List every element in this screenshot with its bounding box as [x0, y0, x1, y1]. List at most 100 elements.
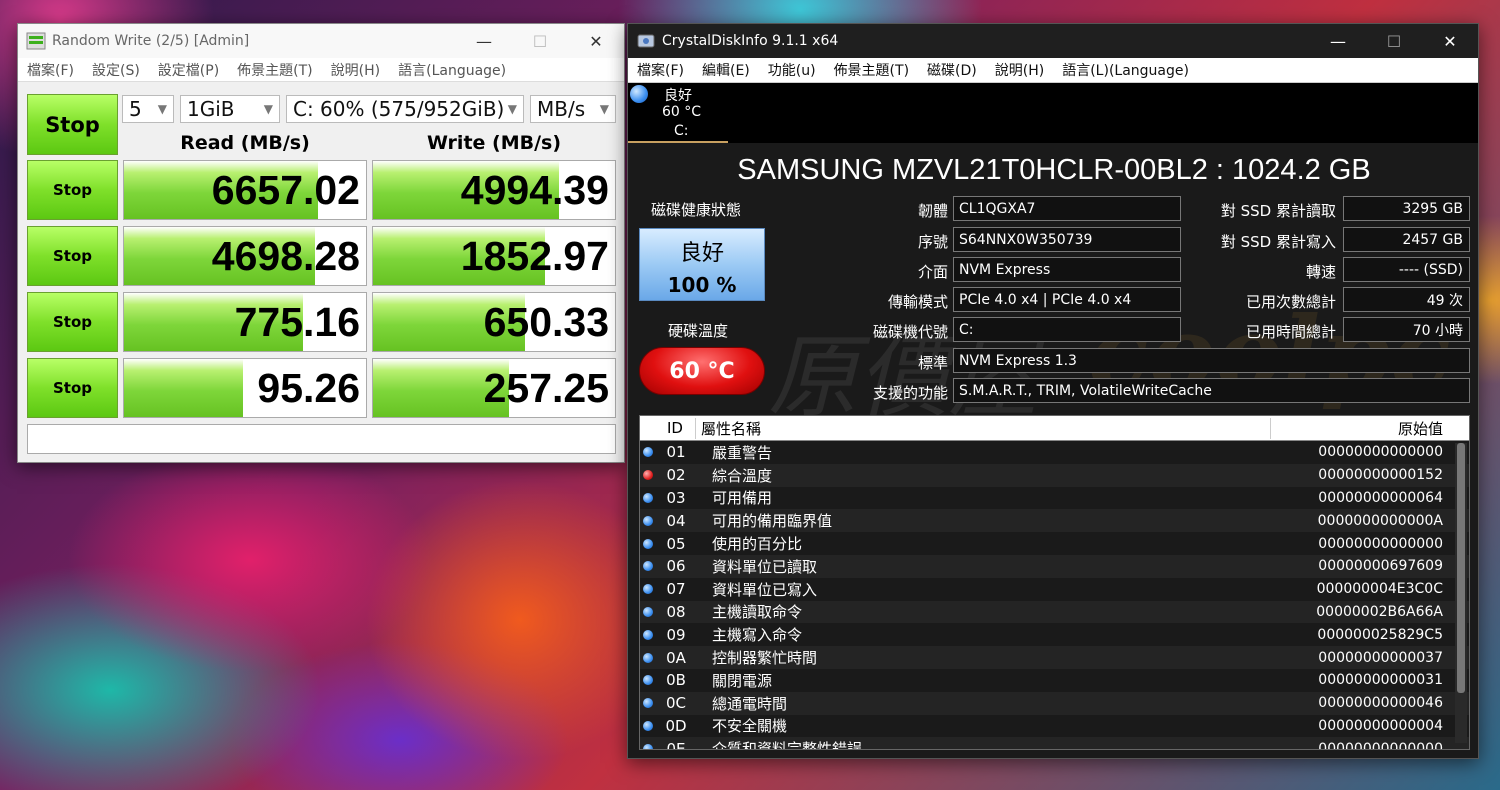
- serial-label: 序號: [917, 233, 948, 251]
- good-dot-icon: [643, 538, 653, 549]
- table-row[interactable]: 04 可用的備用臨界值 0000000000000A: [640, 509, 1469, 533]
- row-3-read-value: 775.16: [234, 298, 360, 345]
- health-status-badge[interactable]: 良好 100 %: [639, 228, 765, 301]
- crystaldiskmark-app-icon: [26, 32, 46, 50]
- cdm-window-title: Random Write (2/5) [Admin]: [52, 33, 250, 49]
- menu-function[interactable]: 功能(u): [759, 60, 825, 80]
- comment-input[interactable]: [27, 424, 616, 454]
- health-dot-icon: [630, 85, 648, 103]
- row-1-write-cell: 4994.39: [372, 160, 616, 220]
- minimize-icon[interactable]: —: [1310, 24, 1366, 58]
- health-percent: 100 %: [667, 273, 737, 297]
- maximize-icon[interactable]: ☐: [1366, 24, 1422, 58]
- row-4-read-bar: [124, 359, 243, 417]
- menu-help[interactable]: 說明(H): [986, 60, 1053, 80]
- menu-help[interactable]: 說明(H): [322, 60, 389, 80]
- temperature-badge: 60 °C: [639, 347, 765, 395]
- smart-col-raw[interactable]: 原始值: [1270, 417, 1469, 439]
- health-status-text: 良好: [679, 241, 724, 266]
- table-row[interactable]: 0A 控制器繁忙時間 00000000000037: [640, 646, 1469, 669]
- smart-attr-id: 0B: [666, 671, 686, 690]
- row-2-read-value: 4698.28: [211, 232, 360, 279]
- table-row[interactable]: 08 主機讀取命令 00000002B6A66A: [640, 600, 1469, 624]
- smart-attr-id: 0E: [666, 739, 686, 750]
- smart-attr-name: 關閉電源: [712, 671, 773, 690]
- drive-letter-value: C:: [953, 317, 1181, 342]
- smart-attr-id: 01: [666, 443, 686, 462]
- smart-attr-name: 可用的備用臨界值: [712, 512, 833, 531]
- read-column-header: Read (MB/s): [180, 132, 310, 154]
- table-row[interactable]: 06 資料單位已讀取 00000000697609: [640, 554, 1469, 578]
- smart-attr-raw: 00000000000031: [1318, 672, 1443, 689]
- row-2-stop-button[interactable]: Stop: [27, 226, 118, 286]
- row-4-stop-button[interactable]: Stop: [27, 358, 118, 418]
- table-row[interactable]: 0B 關閉電源 00000000000031: [640, 669, 1469, 692]
- smart-attr-id: 08: [666, 602, 686, 621]
- smart-attr-raw: 00000000000064: [1318, 489, 1443, 506]
- drive-select[interactable]: C: 60% (575/952GiB) ▼: [286, 95, 524, 123]
- smart-attr-id: 07: [666, 580, 686, 599]
- chevron-down-icon: ▼: [599, 102, 609, 116]
- good-dot-icon: [643, 492, 653, 503]
- drive-letter-label: 磁碟機代號: [872, 323, 948, 341]
- menu-language[interactable]: 語言(Language): [389, 60, 515, 80]
- test-size-select[interactable]: 1GiB ▼: [180, 95, 280, 123]
- menu-language[interactable]: 語言(L)(Language): [1053, 60, 1198, 80]
- table-row[interactable]: 05 使用的百分比 00000000000000: [640, 532, 1469, 555]
- smart-attr-id: 0A: [666, 648, 686, 667]
- row-3-stop-button[interactable]: Stop: [27, 292, 118, 352]
- close-icon[interactable]: ✕: [1422, 24, 1478, 58]
- smart-table[interactable]: ID 屬性名稱 原始值 01 嚴重警告 00000000000000 02 綜合溫度 00…: [639, 415, 1470, 750]
- unit-select[interactable]: MB/s ▼: [530, 95, 616, 123]
- smart-attr-name: 主機讀取命令: [712, 603, 803, 622]
- minimize-icon[interactable]: —: [456, 24, 512, 58]
- smart-table-header: ID 屬性名稱 原始值: [640, 416, 1469, 441]
- disk-model-title: SAMSUNG MZVL21T0HCLR-00BL2 : 1024.2 GB: [737, 154, 1371, 186]
- table-row[interactable]: 02 綜合溫度 00000000000152: [640, 463, 1469, 487]
- disk-tab-drive: C:: [674, 123, 689, 139]
- test-count-select[interactable]: 5 ▼: [122, 95, 174, 123]
- power-count-label: 已用次數總計: [1245, 293, 1336, 311]
- row-1-write-value: 4994.39: [460, 166, 609, 213]
- menu-file[interactable]: 檔案(F): [18, 60, 83, 80]
- smart-col-id[interactable]: ID: [640, 419, 695, 437]
- table-row[interactable]: 03 可用備用 00000000000064: [640, 487, 1469, 510]
- table-row[interactable]: 09 主機寫入命令 000000025829C5: [640, 623, 1469, 646]
- features-value: S.M.A.R.T., TRIM, VolatileWriteCache: [953, 378, 1470, 403]
- health-status-label: 磁碟健康狀態: [651, 201, 742, 219]
- smart-attr-raw: 000000004E3C0C: [1316, 581, 1443, 598]
- table-row[interactable]: 01 嚴重警告 00000000000000: [640, 441, 1469, 464]
- row-4-write-cell: 257.25: [372, 358, 616, 418]
- table-row[interactable]: 0C 總通電時間 00000000000046: [640, 691, 1469, 715]
- row-3-write-value: 650.33: [483, 298, 609, 345]
- row-4-read-cell: 95.26: [123, 358, 367, 418]
- menu-disk[interactable]: 磁碟(D): [918, 60, 986, 80]
- serial-value: S64NNX0W350739: [953, 227, 1181, 252]
- smart-attr-id: 02: [666, 466, 686, 485]
- table-row[interactable]: 07 資料單位已寫入 000000004E3C0C: [640, 578, 1469, 601]
- row-1-stop-button[interactable]: Stop: [27, 160, 118, 220]
- row-1-read-cell: 6657.02: [123, 160, 367, 220]
- menu-edit[interactable]: 編輯(E): [693, 60, 759, 80]
- menu-theme[interactable]: 佈景主題(T): [825, 60, 918, 80]
- test-size-value: 1GiB: [187, 97, 235, 121]
- menu-file[interactable]: 檔案(F): [628, 60, 693, 80]
- menu-profile[interactable]: 設定檔(P): [149, 60, 228, 80]
- chevron-down-icon: ▼: [263, 102, 273, 116]
- table-row[interactable]: 0E 介質和資料完整性錯誤 00000000000000: [640, 737, 1469, 750]
- menu-theme[interactable]: 佈景主題(T): [228, 60, 321, 80]
- maximize-icon[interactable]: ☐: [512, 24, 568, 58]
- smart-scrollbar-thumb[interactable]: [1457, 443, 1465, 693]
- smart-scrollbar[interactable]: [1455, 443, 1467, 743]
- smart-attr-name: 控制器繁忙時間: [712, 649, 818, 668]
- firmware-value: CL1QGXA7: [953, 196, 1181, 221]
- smart-col-name[interactable]: 屬性名稱: [695, 417, 1270, 439]
- stop-all-button[interactable]: Stop: [27, 94, 118, 155]
- menu-settings[interactable]: 設定(S): [83, 60, 149, 80]
- smart-attr-name: 介質和資料完整性錯誤: [712, 740, 863, 750]
- temperature-label: 硬碟溫度: [668, 322, 729, 340]
- rotation-label: 轉速: [1305, 263, 1336, 281]
- disk-tab-c[interactable]: 良好 60 °C C:: [628, 83, 728, 143]
- table-row[interactable]: 0D 不安全關機 00000000000004: [640, 715, 1469, 738]
- close-icon[interactable]: ✕: [568, 24, 624, 58]
